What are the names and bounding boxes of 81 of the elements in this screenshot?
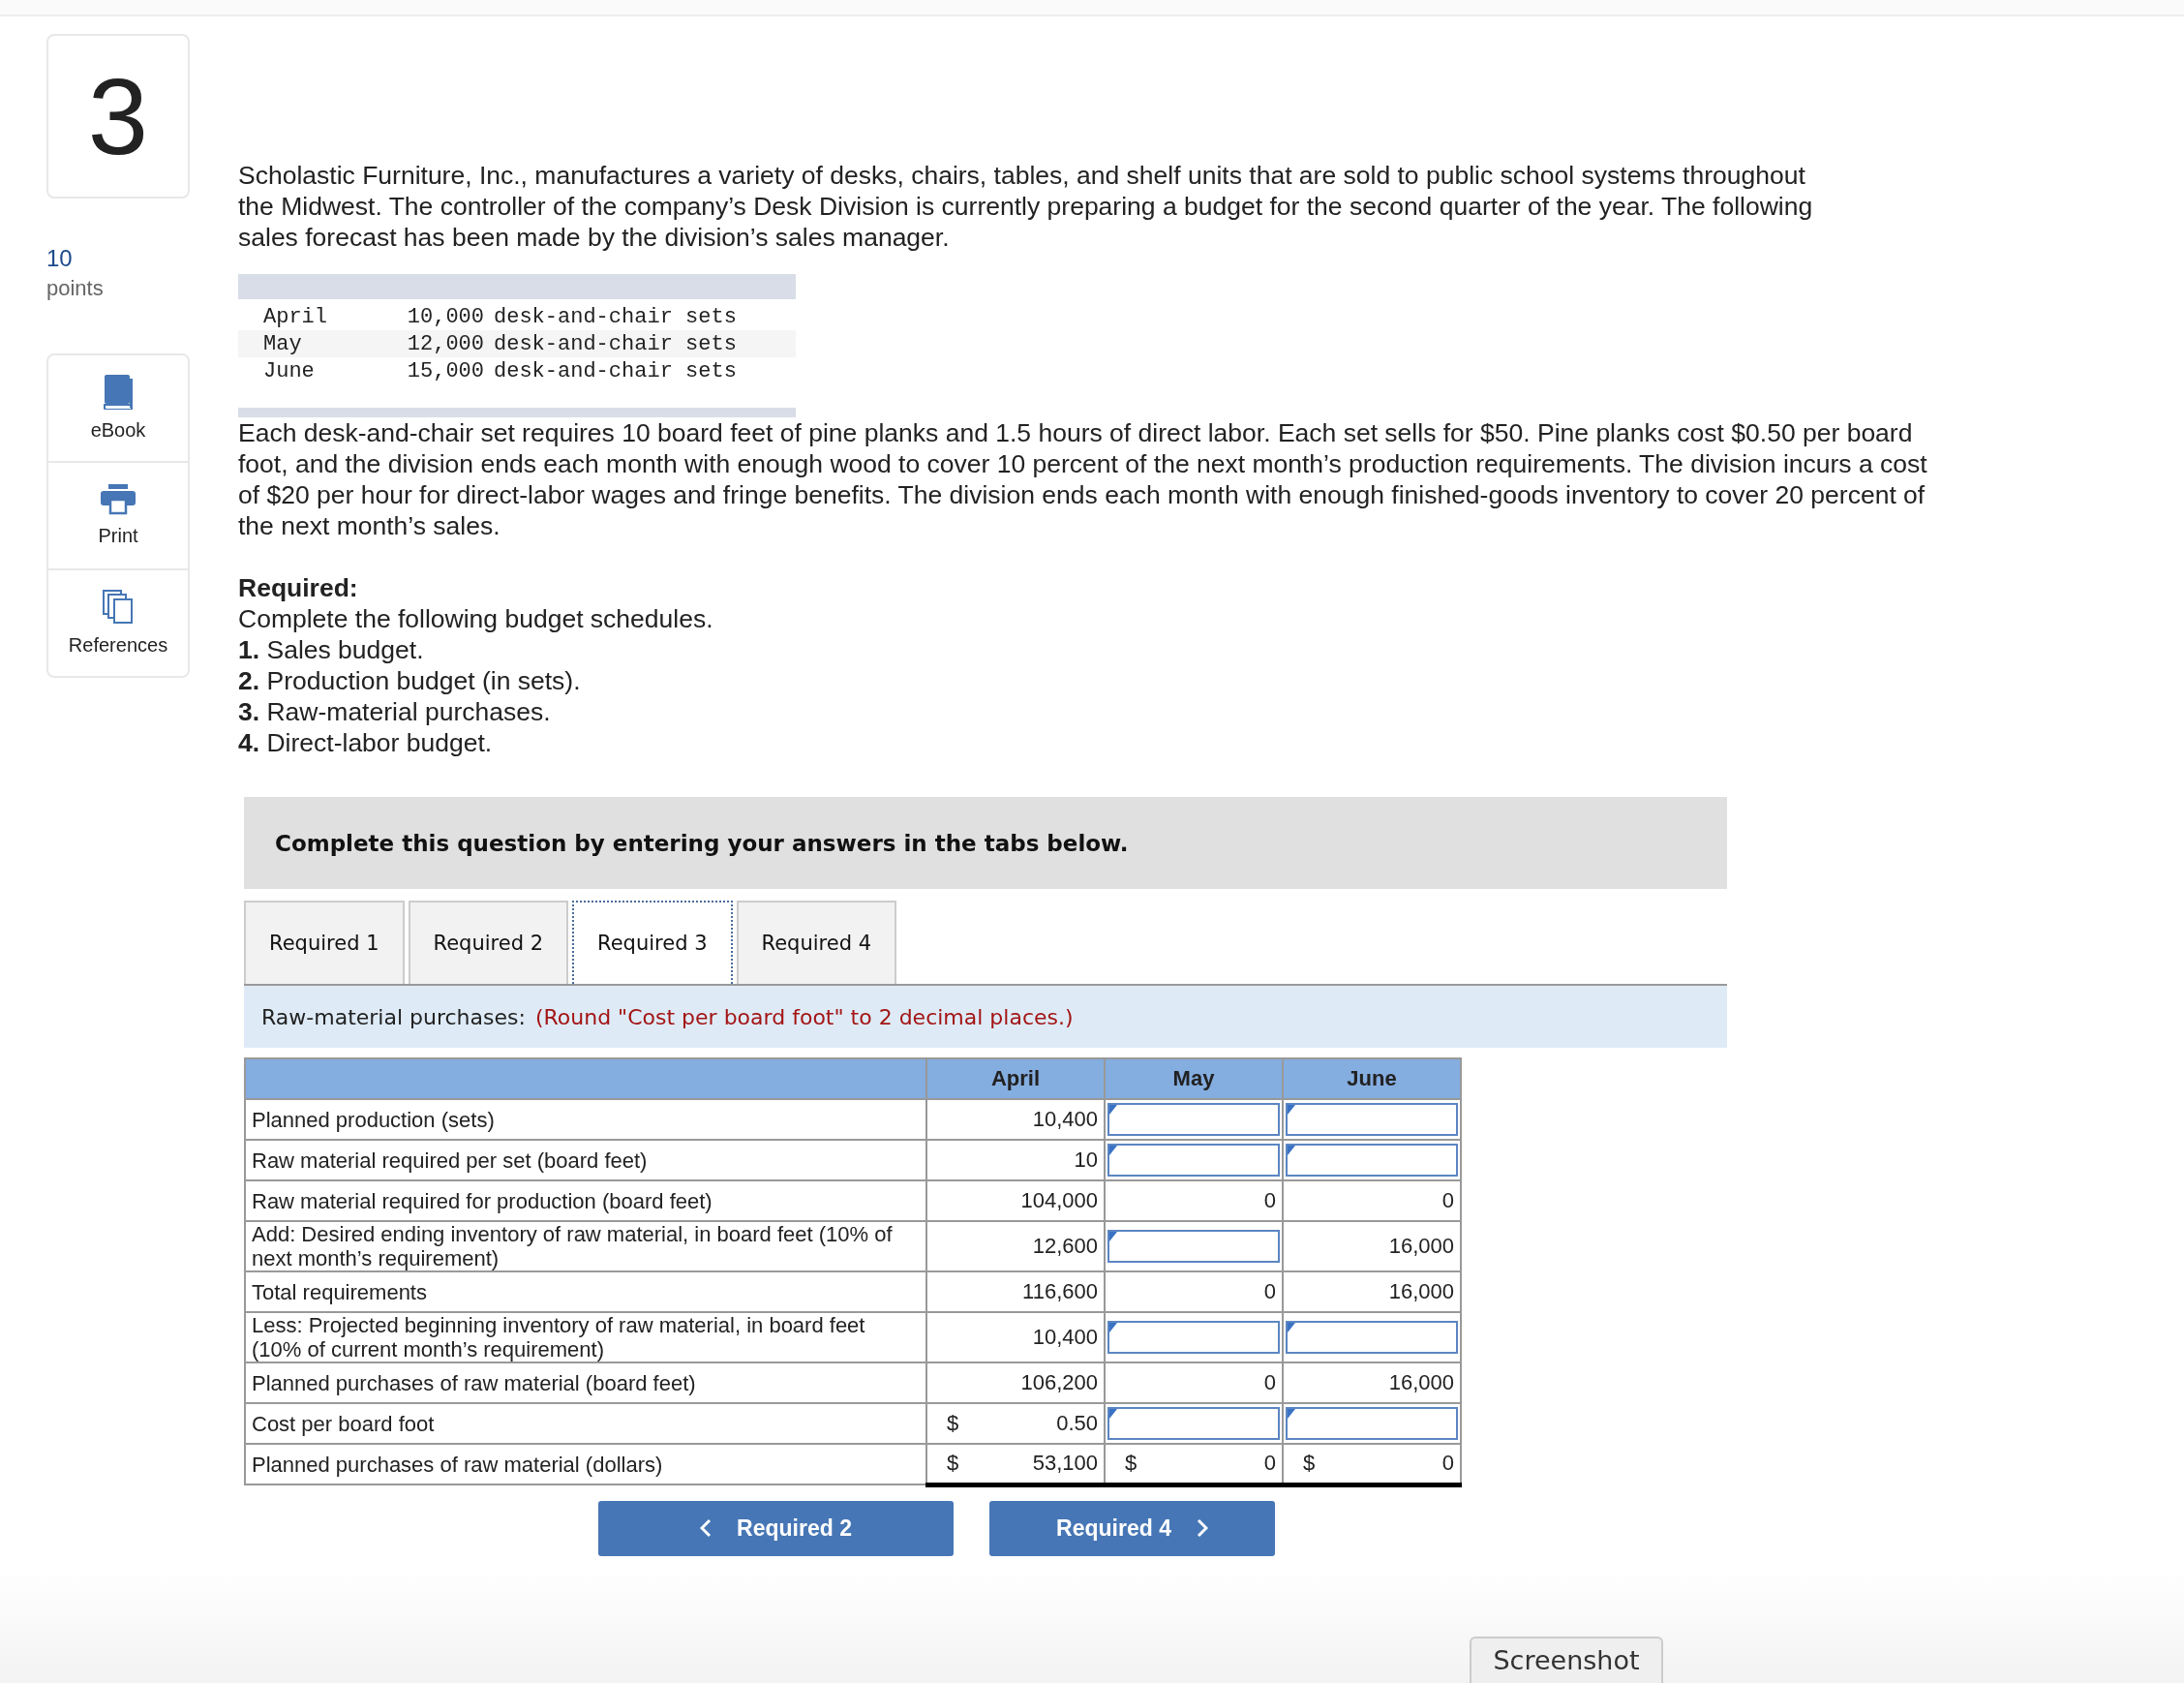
forecast-unit: desk-and-chair sets [494, 331, 737, 356]
chevron-left-icon [700, 1518, 713, 1538]
tab[interactable]: Required 2 [408, 901, 569, 984]
tab[interactable]: Required 4 [736, 901, 897, 984]
forecast-unit: desk-and-chair sets [494, 304, 737, 329]
screenshot-button[interactable]: Screenshot [1470, 1637, 1663, 1683]
cell-value: 106,200 [1020, 1370, 1098, 1395]
row-label: Cost per board foot [245, 1403, 926, 1444]
forecast-month: May [263, 331, 303, 356]
answer-field[interactable] [1286, 1321, 1458, 1354]
answer-field[interactable] [1286, 1103, 1458, 1136]
required-heading: Required: [238, 572, 359, 603]
cell-value: 116,600 [1022, 1279, 1098, 1304]
cell-value: 0.50 [1056, 1411, 1098, 1436]
row-label: Total requirements [245, 1271, 926, 1312]
forecast-month: June [263, 358, 316, 383]
forecast-amount: 15,000 [406, 358, 484, 383]
forecast-unit: desk-and-chair sets [494, 358, 737, 383]
required-item: Complete the following budget schedules. [238, 603, 714, 634]
instruction-banner: Complete this question by entering your answers in the tabs below. [244, 797, 1727, 889]
required-item: 3. Raw-material purchases. [238, 696, 552, 727]
required-item: 1. Sales budget. [238, 634, 425, 665]
row-label: Less: Projected beginning inventory of raw material, in board feet (10% of current month’s requirement) [245, 1312, 926, 1362]
answer-field[interactable] [1107, 1321, 1280, 1354]
currency-sign: $ [947, 1411, 959, 1436]
chevron-right-icon [1196, 1518, 1208, 1538]
answer-field[interactable] [1107, 1230, 1280, 1263]
cell-value: 0 [1263, 1188, 1276, 1213]
forecast-amount: 10,000 [406, 304, 484, 329]
points-label: points [46, 276, 105, 301]
row-label: Planned production (sets) [245, 1099, 926, 1140]
cell-value: 10,400 [1032, 1107, 1098, 1132]
previous-button[interactable]: Required 2 [598, 1500, 954, 1556]
column-header: April [926, 1058, 1105, 1099]
answer-field[interactable] [1286, 1144, 1458, 1177]
cell-value: 0 [1441, 1451, 1454, 1477]
cell-value: 0 [1441, 1188, 1454, 1213]
row-label: Raw material required per set (board feet) [245, 1140, 926, 1180]
required-item: 4. Direct-labor budget. [238, 727, 494, 758]
row-label: Planned purchases of raw material (dollars) [245, 1444, 926, 1484]
details-paragraph: Each desk-and-chair set requires 10 board feet of pine planks and 1.5 hours of direct labor. Each set sells for $50. Pine planks cost $0.50 per board foot, and the division ends each month with enough wood to cover 10 percent of the next month’s production requirements. The division incurs a cost of $20 per hour for direct-labor wages and fringe benefits. The division ends each month with enough finished-goods inventory to cover 20 percent of the next month’s sales. [238, 417, 1928, 541]
next-button[interactable]: Required 4 [989, 1500, 1275, 1556]
currency-sign: $ [1303, 1451, 1316, 1477]
currency-sign: $ [1125, 1451, 1138, 1477]
tool-link[interactable]: eBook [90, 419, 146, 442]
tab[interactable]: Required 1 [244, 901, 405, 984]
forecast-month: April [263, 304, 328, 329]
forecast-amount: 12,000 [406, 331, 484, 356]
answer-field[interactable] [1107, 1144, 1280, 1177]
tool-link[interactable]: Print [98, 525, 138, 547]
documents-icon [103, 590, 134, 625]
row-label: Raw material required for production (board feet) [245, 1180, 926, 1221]
cell-value: 10,400 [1032, 1325, 1098, 1350]
required-item: 2. Production budget (in sets). [238, 665, 582, 696]
cell-value: 12,600 [1032, 1234, 1098, 1259]
section-title: Raw-material purchases: [261, 1004, 526, 1029]
currency-sign: $ [947, 1451, 959, 1477]
cell-value: 16,000 [1388, 1234, 1454, 1259]
question-number: 3 [46, 34, 190, 199]
cell-value: 0 [1263, 1370, 1276, 1395]
tool-link[interactable]: References [68, 634, 168, 657]
answer-field[interactable] [1107, 1407, 1280, 1440]
rounding-note: (Round "Cost per board foot" to 2 decimal places.) [534, 1004, 1074, 1029]
cell-value: 16,000 [1388, 1279, 1454, 1304]
answer-field[interactable] [1107, 1103, 1280, 1136]
column-header: May [1105, 1058, 1283, 1099]
row-label: Add: Desired ending inventory of raw material, in board feet (10% of next month’s requirement) [245, 1221, 926, 1271]
cell-value: 104,000 [1020, 1188, 1098, 1213]
cell-value: 53,100 [1032, 1451, 1098, 1477]
row-label: Planned purchases of raw material (board feet) [245, 1362, 926, 1403]
book-icon [103, 375, 134, 410]
column-header: June [1283, 1058, 1461, 1099]
cell-value: 10 [1074, 1148, 1098, 1173]
printer-icon [101, 484, 136, 515]
cell-value: 0 [1263, 1451, 1276, 1477]
cell-value: 0 [1263, 1279, 1276, 1304]
tab[interactable]: Required 3 [572, 901, 733, 984]
cell-value: 16,000 [1388, 1370, 1454, 1395]
intro-paragraph: Scholastic Furniture, Inc., manufactures a variety of desks, chairs, tables, and shelf units that are sold to public school systems throughout the Midwest. The controller of the company’s Desk Division is currently preparing a budget for the second quarter of the year. The following sales forecast has been made by the division’s sales manager. [238, 160, 1814, 253]
points-value: 10 [46, 245, 74, 272]
answer-field[interactable] [1286, 1407, 1458, 1440]
